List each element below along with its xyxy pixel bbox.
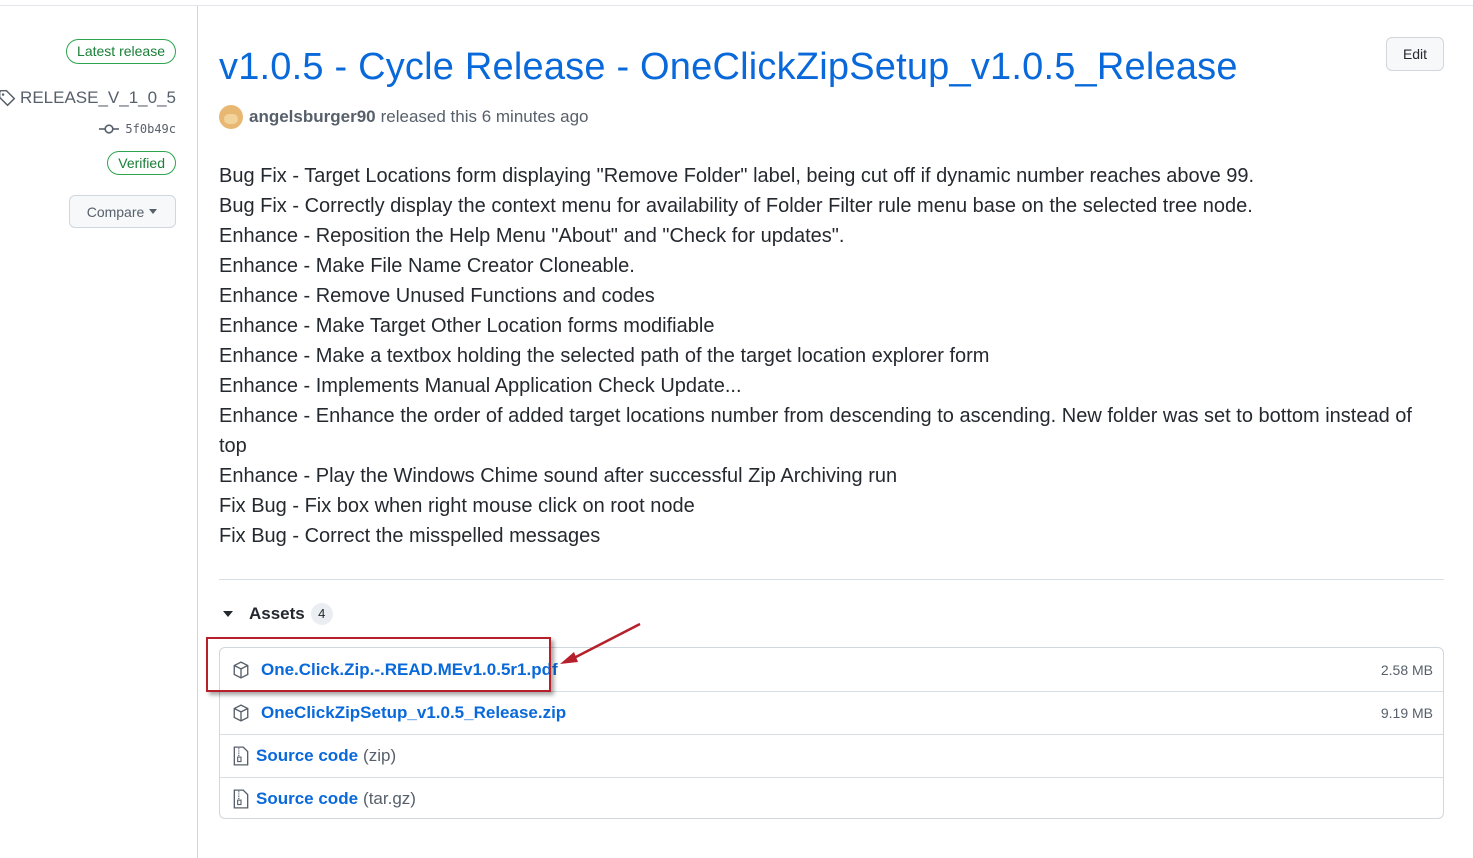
release-title[interactable]: v1.0.5 - Cycle Release - OneClickZipSetu… [219,46,1238,89]
assets-label: Assets [249,604,305,623]
edit-button[interactable]: Edit [1386,37,1444,71]
verified-badge[interactable]: Verified [107,151,176,175]
annotation-arrow-icon [560,622,641,664]
source-code-label: Source code [256,789,359,808]
tag-name: RELEASE_V_1_0_5 [20,88,176,107]
note-line: Fix Bug - Correct the misspelled message… [219,525,601,547]
assets-toggle[interactable]: Assets 4 [223,603,333,625]
caret-down-icon [223,611,233,617]
note-line: Bug Fix - Target Locations form displayi… [219,165,1255,187]
assets-count: 4 [310,603,333,625]
note-line: Enhance - Make Target Other Location for… [219,315,715,337]
note-line: Fix Bug - Fix box when right mouse click… [219,495,695,517]
source-code-targz-link[interactable]: Source code (tar.gz) [256,789,416,809]
release-author-row: angelsburger90 released this 6 minutes a… [219,105,589,129]
asset-size: 9.19 MB [1380,705,1433,721]
asset-download-link[interactable]: One.Click.Zip.-.READ.MEv1.0.5r1.pdf [261,660,558,680]
asset-size: 2.58 MB [1380,661,1433,678]
release-notes: Bug Fix - Target Locations form displayi… [219,161,1444,551]
section-divider [219,579,1444,580]
package-icon [231,703,251,723]
source-code-ext: (tar.gz) [363,789,416,808]
list-item: Source code (zip) [220,734,1443,777]
asset-download-link[interactable]: OneClickZipSetup_v1.0.5_Release.zip [261,703,566,723]
tag-icon [0,89,16,107]
list-item: One.Click.Zip.-.READ.MEv1.0.5r1.pdf 2.58… [220,648,1443,691]
compare-button[interactable]: Compare [69,195,176,228]
released-time: released this 6 minutes ago [380,107,589,126]
author-link[interactable]: angelsburger90 [249,107,376,127]
note-line: Enhance - Enhance the order of added tar… [219,405,1412,457]
list-item: OneClickZipSetup_v1.0.5_Release.zip 9.19… [220,691,1443,734]
list-item: Source code (tar.gz) [220,777,1443,820]
note-line: Enhance - Play the Windows Chime sound a… [219,465,898,487]
assets-list: One.Click.Zip.-.READ.MEv1.0.5r1.pdf 2.58… [219,647,1444,819]
note-line: Enhance - Make a textbox holding the sel… [219,345,990,367]
file-zip-icon [231,746,251,766]
release-sidebar: Latest release RELEASE_V_1_0_5 5f0b49c V… [0,6,198,858]
package-icon [231,660,251,680]
note-line: Enhance - Reposition the Help Menu "Abou… [219,225,845,247]
commit-icon [99,124,120,134]
compare-label: Compare [86,203,145,220]
tag-link[interactable]: RELEASE_V_1_0_5 [0,88,176,108]
note-line: Enhance - Implements Manual Application … [219,375,742,397]
triangle-down-icon [149,208,158,214]
commit-link[interactable]: 5f0b49c [99,122,176,136]
avatar[interactable] [219,105,243,129]
source-code-zip-link[interactable]: Source code (zip) [256,746,396,766]
source-code-ext: (zip) [363,746,397,765]
latest-release-badge: Latest release [66,39,176,64]
file-zip-icon [231,789,251,809]
note-line: Enhance - Make File Name Creator Cloneab… [219,255,635,277]
note-line: Bug Fix - Correctly display the context … [219,195,1253,217]
source-code-label: Source code [256,746,359,765]
top-divider [0,5,1473,6]
commit-sha: 5f0b49c [125,122,176,136]
note-line: Enhance - Remove Unused Functions and co… [219,285,655,307]
